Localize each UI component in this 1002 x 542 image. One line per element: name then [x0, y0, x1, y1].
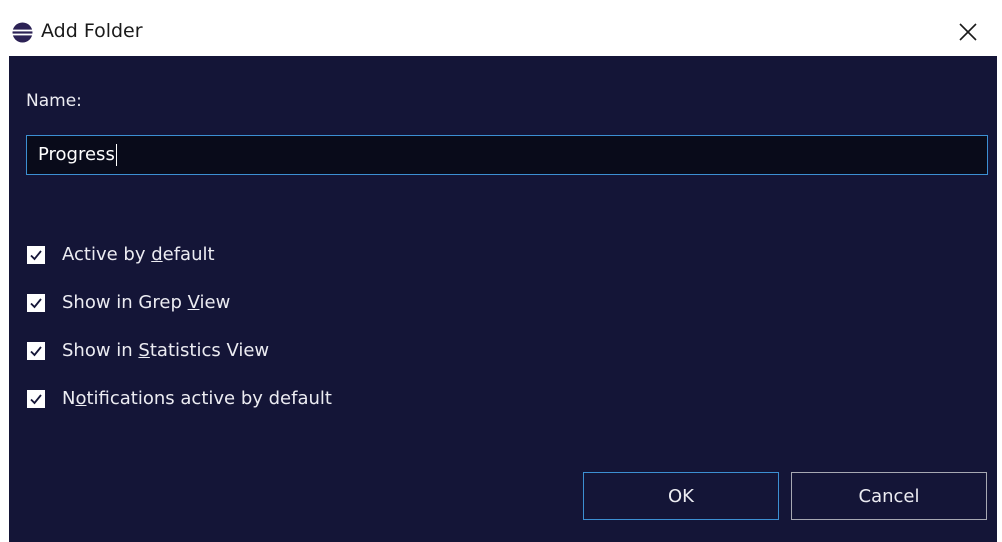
show-in-grep-view-label: Show in Grep View [62, 292, 231, 313]
dialog-body: Name: Progress Active by default Show in… [9, 56, 997, 542]
show-in-grep-view-checkbox[interactable]: Show in Grep View [27, 290, 230, 316]
notifications-active-checkbox[interactable]: Notifications active by default [27, 386, 332, 412]
cancel-button[interactable]: Cancel [791, 472, 987, 520]
name-input-value: Progress [38, 144, 115, 165]
close-button[interactable] [944, 12, 992, 52]
dialog-title: Add Folder [41, 20, 143, 42]
show-in-statistics-view-checkbox[interactable]: Show in Statistics View [27, 338, 269, 364]
name-label: Name: [26, 91, 82, 111]
checkmark-icon [30, 250, 42, 261]
checkmark-icon [30, 346, 42, 357]
checkbox-checked[interactable] [27, 294, 45, 312]
eclipse-icon [12, 22, 33, 43]
add-folder-dialog: Add Folder Name: Progress Active by defa… [0, 0, 1002, 542]
title-bar: Add Folder [0, 0, 1002, 56]
ok-button[interactable]: OK [583, 472, 779, 520]
active-by-default-label: Active by default [62, 244, 215, 265]
checkmark-icon [30, 298, 42, 309]
notifications-active-label: Notifications active by default [62, 388, 332, 409]
name-input[interactable]: Progress [26, 135, 988, 175]
checkbox-checked[interactable] [27, 246, 45, 264]
checkbox-checked[interactable] [27, 342, 45, 360]
close-icon [959, 23, 977, 41]
text-caret [115, 144, 117, 166]
checkmark-icon [30, 394, 42, 405]
active-by-default-checkbox[interactable]: Active by default [27, 242, 215, 268]
checkbox-checked[interactable] [27, 390, 45, 408]
show-in-statistics-view-label: Show in Statistics View [62, 340, 270, 361]
